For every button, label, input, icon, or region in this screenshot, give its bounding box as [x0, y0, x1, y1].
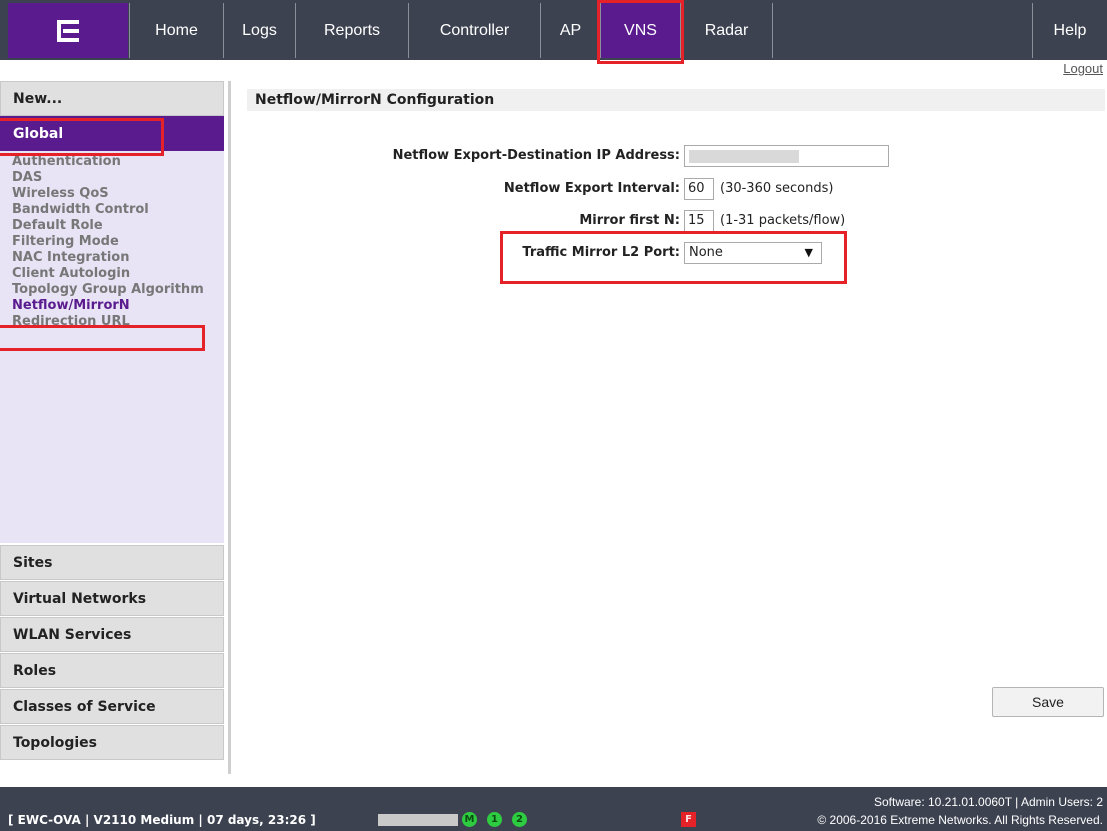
tab-reports[interactable]: Reports — [295, 3, 408, 58]
sidebar-item-default-role[interactable]: Default Role — [12, 218, 224, 234]
l2-port-label: Traffic Mirror L2 Port: — [522, 245, 680, 260]
tab-radar[interactable]: Radar — [680, 3, 772, 58]
copyright: © 2006-2016 Extreme Networks. All Rights… — [817, 813, 1103, 827]
export-interval-hint: (30-360 seconds) — [720, 181, 834, 196]
status-footer: [ EWC-OVA | V2110 Medium | 07 days, 23:2… — [0, 787, 1107, 831]
sidebar-item-netflow-mirrorn[interactable]: Netflow/MirrorN — [12, 298, 224, 314]
logo[interactable] — [8, 3, 128, 58]
sidebar-new[interactable]: New... — [0, 81, 224, 116]
redacted-ip-mask — [689, 150, 799, 163]
sidebar-wlan-services[interactable]: WLAN Services — [0, 617, 224, 652]
save-button[interactable]: Save — [992, 687, 1104, 717]
sidebar-topologies[interactable]: Topologies — [0, 725, 224, 760]
sidebar-item-wireless-qos[interactable]: Wireless QoS — [12, 186, 224, 202]
sidebar-item-das[interactable]: DAS — [12, 170, 224, 186]
nav-divider — [772, 3, 773, 58]
redacted-bar — [378, 814, 458, 826]
chevron-down-icon: ▼ — [804, 246, 813, 259]
ip-address-field[interactable] — [684, 145, 889, 167]
sidebar-item-authentication[interactable]: Authentication — [12, 154, 224, 170]
logout-link[interactable]: Logout — [1063, 61, 1103, 76]
sidebar-item-redirection-url[interactable]: Redirection URL — [12, 314, 224, 330]
export-interval-field[interactable]: 60 — [684, 178, 714, 200]
export-interval-label: Netflow Export Interval: — [503, 181, 680, 196]
flag-f-icon[interactable]: F — [681, 812, 696, 827]
sidebar-sections: Sites Virtual Networks WLAN Services Rol… — [0, 545, 224, 761]
extreme-e-logo-icon — [57, 19, 79, 42]
sidebar-sites[interactable]: Sites — [0, 545, 224, 580]
pane-splitter[interactable] — [228, 81, 231, 774]
sidebar: New... Global Authentication DAS Wireles… — [0, 81, 224, 543]
sidebar-classes-of-service[interactable]: Classes of Service — [0, 689, 224, 724]
mirror-first-n-hint: (1-31 packets/flow) — [720, 213, 846, 228]
status-2-icon[interactable]: 2 — [512, 812, 527, 827]
top-navigation-bar: Home Logs Reports Controller AP VNS Rada… — [0, 0, 1107, 60]
tab-ap[interactable]: AP — [540, 3, 600, 58]
mirror-first-n-field[interactable]: 15 — [684, 210, 714, 232]
system-info: [ EWC-OVA | V2110 Medium | 07 days, 23:2… — [8, 813, 316, 827]
sidebar-item-client-autologin[interactable]: Client Autologin — [12, 266, 224, 282]
sidebar-item-bandwidth-control[interactable]: Bandwidth Control — [12, 202, 224, 218]
tab-vns[interactable]: VNS — [600, 3, 680, 58]
tab-home[interactable]: Home — [129, 3, 223, 58]
mirror-first-n-label: Mirror first N: — [579, 213, 680, 228]
sidebar-global-header[interactable]: Global — [0, 116, 224, 151]
sidebar-global-panel: Authentication DAS Wireless QoS Bandwidt… — [0, 151, 224, 543]
l2-port-select[interactable]: None ▼ — [684, 242, 822, 264]
sidebar-item-nac-integration[interactable]: NAC Integration — [12, 250, 224, 266]
sidebar-virtual-networks[interactable]: Virtual Networks — [0, 581, 224, 616]
software-version: Software: 10.21.01.0060T | Admin Users: … — [873, 795, 1103, 809]
tab-logs[interactable]: Logs — [223, 3, 295, 58]
tab-controller[interactable]: Controller — [408, 3, 540, 58]
sidebar-item-topology-group-algorithm[interactable]: Topology Group Algorithm — [12, 282, 224, 298]
page-title: Netflow/MirrorN Configuration — [247, 89, 1105, 111]
tab-help[interactable]: Help — [1032, 3, 1107, 58]
ip-address-label: Netflow Export-Destination IP Address: — [392, 148, 680, 163]
sidebar-item-filtering-mode[interactable]: Filtering Mode — [12, 234, 224, 250]
status-1-icon[interactable]: 1 — [487, 812, 502, 827]
sidebar-roles[interactable]: Roles — [0, 653, 224, 688]
status-m-icon[interactable]: M — [462, 812, 477, 827]
